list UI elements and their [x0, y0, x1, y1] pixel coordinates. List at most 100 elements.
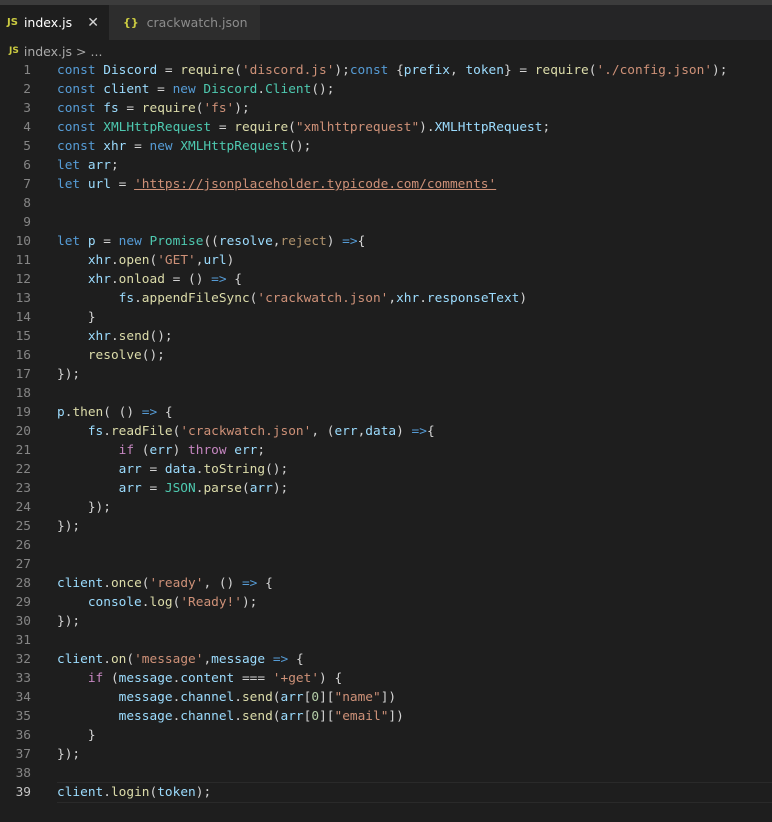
- code-line[interactable]: 12 xhr.onload = () => {: [0, 270, 772, 289]
- code-token: ][: [319, 709, 335, 724]
- code-token: message: [118, 671, 173, 686]
- code-line[interactable]: 4 const XMLHttpRequest = require("xmlhttp…: [0, 118, 772, 137]
- code-editor[interactable]: 1 const Discord = require('discord.js');c…: [0, 61, 772, 803]
- code-line[interactable]: 37});: [0, 745, 772, 764]
- code-token: channel: [180, 709, 235, 724]
- code-token: (: [126, 652, 135, 667]
- tab-index-js[interactable]: JS index.js ✕: [0, 5, 109, 40]
- line-code: fs.readFile('crackwatch.json', (err,data…: [57, 422, 772, 441]
- code-line[interactable]: 2 const client = new Discord.Client();: [0, 80, 772, 99]
- line-code: }: [57, 726, 772, 745]
- code-line[interactable]: 21 if (err) throw err;: [0, 441, 772, 460]
- code-token: require: [141, 101, 196, 116]
- code-token: new: [118, 234, 150, 249]
- code-line[interactable]: 25});: [0, 517, 772, 536]
- code-line[interactable]: 39 client.login(token);: [0, 782, 772, 803]
- code-token: , (: [311, 424, 335, 439]
- code-token: login: [110, 785, 150, 800]
- code-line[interactable]: 13 fs.appendFileSync('crackwatch.json',x…: [0, 289, 772, 308]
- code-token: require: [234, 120, 289, 135]
- close-icon[interactable]: ✕: [87, 15, 99, 31]
- code-token: send: [118, 329, 150, 344]
- line-number: 18: [15, 386, 31, 401]
- code-line[interactable]: 36 }: [0, 726, 772, 745]
- line-code: xhr.send();: [57, 327, 772, 346]
- code-line[interactable]: 5 const xhr = new XMLHttpRequest();: [0, 137, 772, 156]
- code-line[interactable]: 28 client.once('ready', () => {: [0, 574, 772, 593]
- code-line[interactable]: 31: [0, 631, 772, 650]
- breadcrumb: JS index.js > ...: [9, 41, 102, 61]
- code-token: 'https://jsonplaceholder.typicode.com/co…: [134, 177, 497, 192]
- code-token: prefix: [403, 63, 451, 78]
- code-token: p: [87, 234, 96, 249]
- code-token: arr: [87, 158, 111, 173]
- code-line[interactable]: 17});: [0, 365, 772, 384]
- line-number: 35: [15, 709, 31, 724]
- code-token: url: [203, 253, 227, 268]
- code-line[interactable]: 1 const Discord = require('discord.js');c…: [0, 61, 772, 80]
- code-token: (: [272, 709, 281, 724]
- code-line[interactable]: 18: [0, 384, 772, 403]
- code-token: arr: [280, 690, 304, 705]
- code-line[interactable]: 24 });: [0, 498, 772, 517]
- line-number: 33: [15, 671, 31, 686]
- json-file-icon: {}: [123, 16, 139, 29]
- line-code: });: [57, 612, 772, 631]
- code-line[interactable]: 30});: [0, 612, 772, 631]
- code-token: err: [334, 424, 358, 439]
- line-code: const xhr = new XMLHttpRequest();: [57, 137, 772, 156]
- breadcrumb-file[interactable]: index.js: [24, 44, 72, 59]
- code-line[interactable]: 10 let p = new Promise((resolve,reject) =…: [0, 232, 772, 251]
- code-token: });: [57, 500, 111, 515]
- code-line[interactable]: 34 message.channel.send(arr[0]["name"]): [0, 688, 772, 707]
- code-line[interactable]: 23 arr = JSON.parse(arr);: [0, 479, 772, 498]
- line-code: const fs = require('fs');: [57, 99, 772, 118]
- line-number: 6: [23, 158, 31, 173]
- line-number: 22: [15, 462, 31, 477]
- code-line[interactable]: 7 let url = 'https://jsonplaceholder.typi…: [0, 175, 772, 194]
- code-line[interactable]: 3 const fs = require('fs');: [0, 99, 772, 118]
- code-token: =>: [411, 424, 427, 439]
- code-line[interactable]: 26: [0, 536, 772, 555]
- code-token: token: [465, 63, 504, 78]
- breadcrumb-symbols[interactable]: ...: [91, 44, 103, 59]
- code-token: "email": [334, 709, 389, 724]
- line-number: 36: [15, 728, 31, 743]
- code-token: xhr: [87, 253, 111, 268]
- javascript-file-icon: JS: [7, 17, 18, 28]
- tab-crackwatch-json[interactable]: {} crackwatch.json: [109, 5, 260, 40]
- code-token: 'ready': [149, 576, 204, 591]
- code-token: =: [118, 101, 142, 116]
- code-line[interactable]: 19 p.then( () => {: [0, 403, 772, 422]
- code-line[interactable]: 8: [0, 194, 772, 213]
- code-line[interactable]: 33 if (message.content === '+get') {: [0, 669, 772, 688]
- code-token: ): [226, 253, 235, 268]
- code-line[interactable]: 11 xhr.open('GET',url): [0, 251, 772, 270]
- code-token: JSON: [164, 481, 196, 496]
- code-line[interactable]: 27: [0, 555, 772, 574]
- code-line[interactable]: 9: [0, 213, 772, 232]
- line-number: 8: [23, 196, 31, 211]
- line-number: 30: [15, 614, 31, 629]
- line-number: 14: [15, 310, 31, 325]
- code-line[interactable]: 20 fs.readFile('crackwatch.json', (err,d…: [0, 422, 772, 441]
- code-line[interactable]: 32 client.on('message',message => {: [0, 650, 772, 669]
- code-token: const: [57, 63, 104, 78]
- code-line[interactable]: 35 message.channel.send(arr[0]["email"]): [0, 707, 772, 726]
- code-line[interactable]: 16 resolve();: [0, 346, 772, 365]
- code-line[interactable]: 29 console.log('Ready!');: [0, 593, 772, 612]
- code-line[interactable]: 14 }: [0, 308, 772, 327]
- code-line[interactable]: 22 arr = data.toString();: [0, 460, 772, 479]
- code-line[interactable]: 15 xhr.send();: [0, 327, 772, 346]
- line-code: });: [57, 365, 772, 384]
- code-token: new: [149, 139, 181, 154]
- line-code: });: [57, 745, 772, 764]
- line-code: resolve();: [57, 346, 772, 365]
- code-line[interactable]: 6 let arr;: [0, 156, 772, 175]
- code-token: .: [419, 291, 427, 306]
- code-token: 'crackwatch.json': [180, 424, 312, 439]
- code-line[interactable]: 38: [0, 764, 772, 783]
- code-token: });: [57, 614, 81, 629]
